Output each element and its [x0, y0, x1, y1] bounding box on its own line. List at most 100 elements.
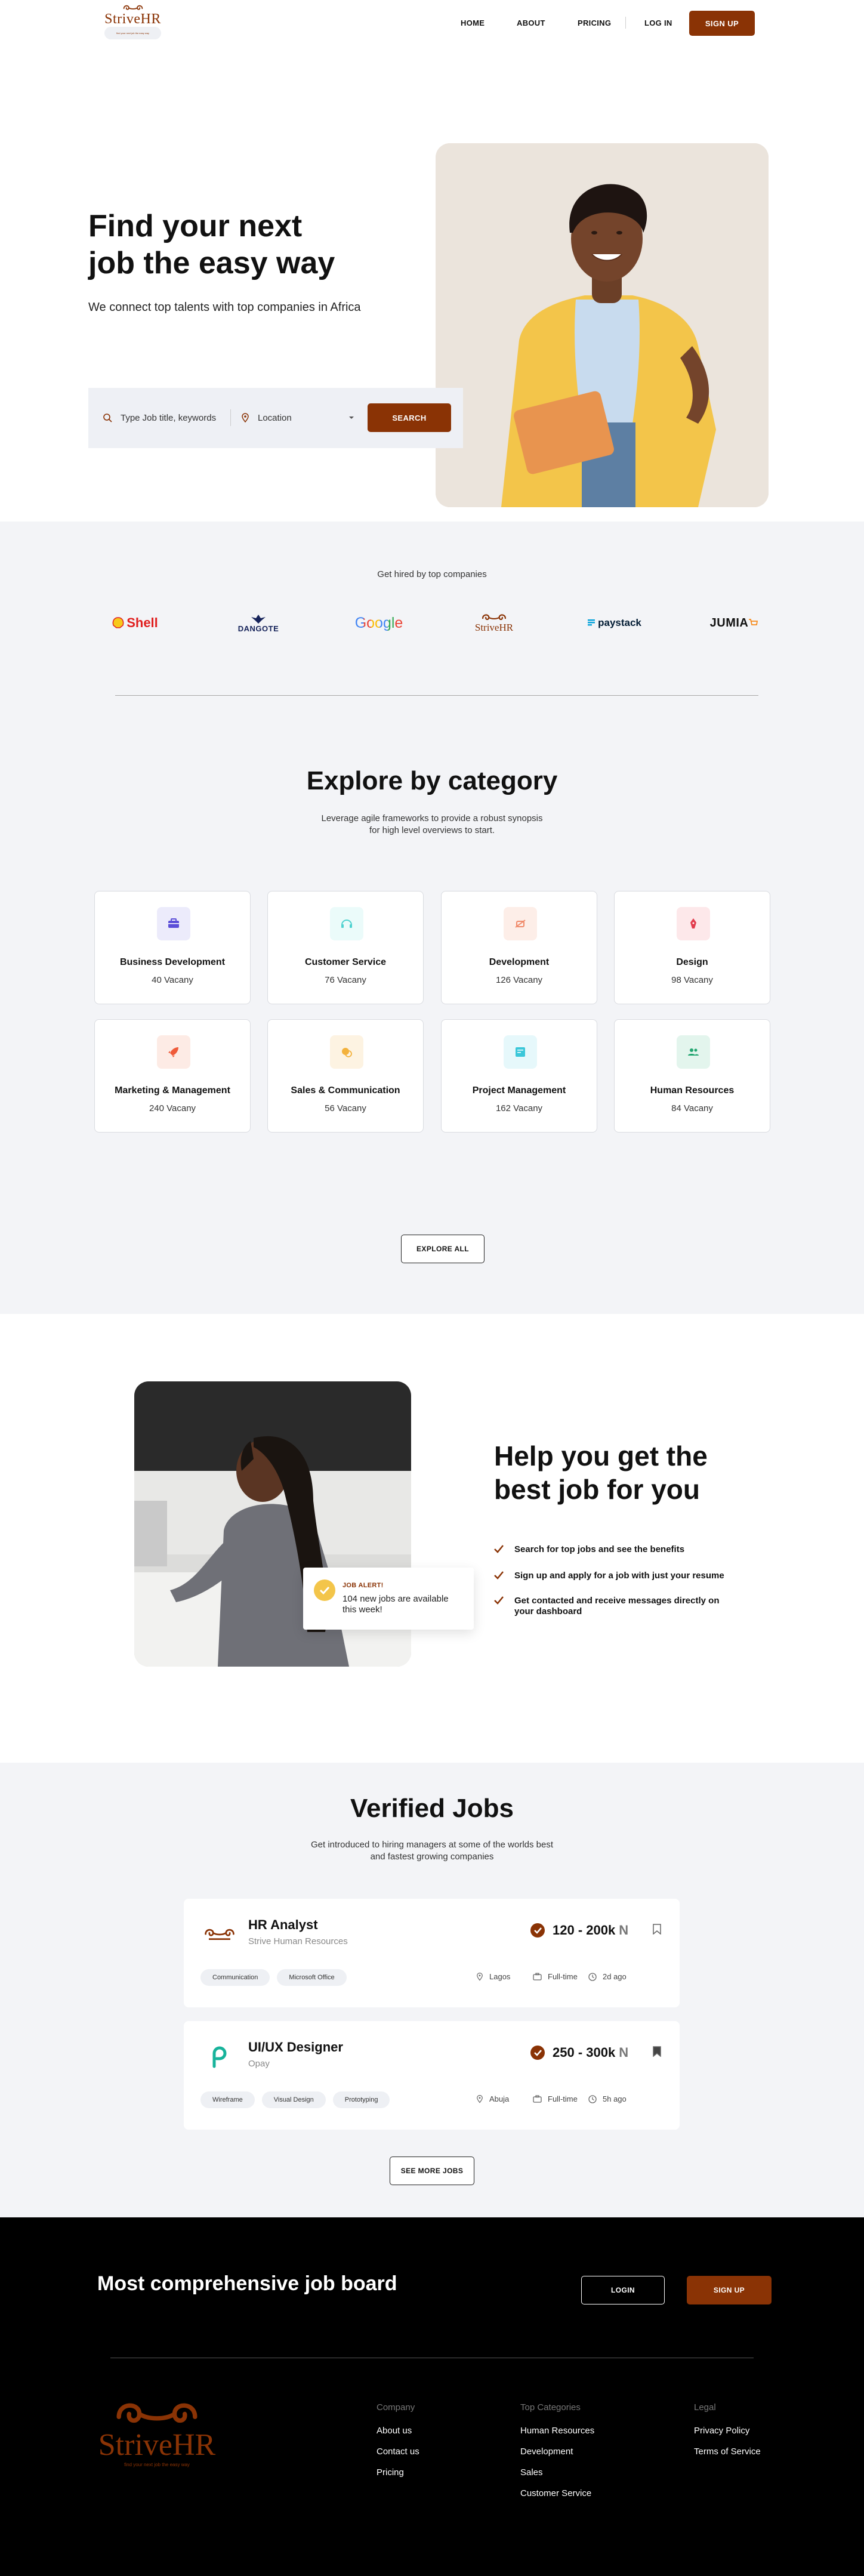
footer-cta-title: Most comprehensive job board: [97, 2272, 397, 2295]
jobs-subtitle-line2: and fastest growing companies: [370, 1852, 494, 1862]
hero-woman-image: [436, 143, 769, 507]
nav-about[interactable]: ABOUT: [517, 18, 545, 27]
jumia-logo: JUMIA: [704, 611, 764, 635]
bookmark-button[interactable]: [653, 2046, 661, 2060]
job-company: Opay: [248, 2059, 270, 2069]
location-select[interactable]: Location: [241, 408, 354, 428]
hero-title-line2: job the easy way: [88, 246, 335, 280]
job-card[interactable]: UI/UX Designer Opay 250 - 300k N Wirefra…: [184, 2021, 680, 2130]
help-point-1-text: Search for top jobs and see the benefits: [514, 1544, 685, 1554]
signup-button[interactable]: SIGN UP: [689, 11, 755, 36]
job-posted-text: 5h ago: [603, 2094, 627, 2103]
briefcase-icon: [533, 1973, 542, 1980]
chat-icon: [342, 1048, 352, 1057]
explore-all-button[interactable]: EXPLORE ALL: [401, 1235, 485, 1263]
job-posted: 2d ago: [588, 1972, 627, 1981]
job-company: Strive Human Resources: [248, 1936, 348, 1946]
help-point-3: Get contacted and receive messages direc…: [494, 1596, 719, 1617]
help-title: Help you get the best job for you: [494, 1439, 708, 1506]
footer-link-about[interactable]: About us: [377, 2426, 419, 2436]
help-title-line2: best job for you: [494, 1474, 700, 1505]
nav-login[interactable]: LOG IN: [644, 18, 672, 27]
shell-logo: Shell: [105, 611, 165, 635]
top-navbar: StriveHR find your next job the easy way…: [0, 0, 864, 48]
nav-pricing[interactable]: PRICING: [578, 18, 611, 27]
help-section: JOB ALERT! 104 new jobs are available th…: [0, 1314, 864, 1763]
cart-icon: [749, 619, 758, 625]
job-alert-card[interactable]: JOB ALERT! 104 new jobs are available th…: [303, 1568, 474, 1630]
footer-link-sales[interactable]: Sales: [520, 2467, 594, 2478]
paystack-icon: [588, 619, 595, 626]
category-card[interactable]: Project Management 162 Vacany: [441, 1019, 597, 1133]
category-card[interactable]: Human Resources 84 Vacany: [614, 1019, 770, 1133]
category-card[interactable]: Development 126 Vacany: [441, 891, 597, 1004]
see-more-jobs-button[interactable]: SEE MORE JOBS: [390, 2157, 474, 2185]
footer-link-contact[interactable]: Contact us: [377, 2447, 419, 2457]
eagle-icon: [251, 614, 266, 624]
footer-legal-column: Legal Privacy Policy Terms of Service: [694, 2402, 761, 2467]
job-title[interactable]: UI/UX Designer: [248, 2040, 343, 2055]
job-alert-label: JOB ALERT!: [342, 1582, 384, 1589]
category-card[interactable]: Design 98 Vacany: [614, 891, 770, 1004]
category-count: 162 Vacany: [495, 1103, 543, 1113]
job-type-text: Full-time: [548, 2094, 578, 2103]
category-card[interactable]: Business Development 40 Vacany: [94, 891, 251, 1004]
job-search-bar: Type Job title, keywords Location SEARCH: [88, 388, 463, 448]
hero-subtitle: We connect top talents with top companie…: [88, 301, 361, 314]
footer-categories-column: Top Categories Human Resources Developme…: [520, 2402, 594, 2509]
brand-tagline: find your next job the easy way: [104, 27, 161, 39]
category-card[interactable]: Customer Service 76 Vacany: [267, 891, 424, 1004]
job-type: Full-time: [533, 2094, 578, 2103]
category-card[interactable]: Marketing & Management 240 Vacany: [94, 1019, 251, 1133]
search-separator: [230, 409, 231, 426]
footer-link-human-resources[interactable]: Human Resources: [520, 2426, 594, 2436]
nav-home[interactable]: HOME: [461, 18, 485, 27]
verified-jobs-section: Verified Jobs Get introduced to hiring m…: [0, 1763, 864, 2217]
company-logo: [202, 2039, 237, 2075]
strivehr-company-text: StriveHR: [474, 622, 514, 633]
location-pin-icon: [477, 1972, 483, 1981]
job-card[interactable]: HR Analyst Strive Human Resources 120 - …: [184, 1899, 680, 2007]
bookmark-button[interactable]: [653, 1924, 661, 1938]
category-subtitle: Leverage agile frameworks to provide a r…: [295, 813, 569, 837]
paystack-logo: paystack: [584, 611, 646, 635]
footer-link-pricing[interactable]: Pricing: [377, 2467, 419, 2478]
job-type-text: Full-time: [548, 1972, 578, 1981]
bookmark-icon: [653, 1924, 661, 1935]
footer-link-terms[interactable]: Terms of Service: [694, 2447, 761, 2457]
help-point-1: Search for top jobs and see the benefits: [494, 1544, 684, 1555]
strivehr-company-logo: StriveHR: [464, 608, 524, 638]
footer-link-development[interactable]: Development: [520, 2447, 594, 2457]
search-icon: [103, 414, 112, 422]
category-icon-box: [330, 1035, 363, 1069]
footer-brand-name: StriveHR: [98, 2428, 216, 2462]
category-section: Explore by category Leverage agile frame…: [0, 766, 864, 1314]
jumia-text: JUMIA: [709, 616, 749, 630]
job-location-text: Lagos: [489, 1972, 511, 1981]
currency-symbol: N: [619, 2045, 629, 2060]
job-alert-text-line1: 104 new jobs are available: [342, 1594, 449, 1604]
code-icon: [515, 920, 526, 928]
category-name: Human Resources: [650, 1085, 735, 1096]
currency-symbol: N: [619, 1923, 629, 1938]
footer-link-customer-service[interactable]: Customer Service: [520, 2488, 594, 2498]
checkmark-icon: [494, 1571, 504, 1579]
help-title-line1: Help you get the: [494, 1440, 708, 1471]
brand-logo[interactable]: StriveHR find your next job the easy way: [104, 4, 161, 39]
category-count: 40 Vacany: [152, 975, 193, 985]
footer-signup-button[interactable]: SIGN UP: [687, 2276, 772, 2304]
footer-brand-logo[interactable]: StriveHR find your next job the easy way: [94, 2396, 220, 2474]
category-card[interactable]: Sales & Communication 56 Vacany: [267, 1019, 424, 1133]
footer-login-button[interactable]: LOGIN: [581, 2276, 665, 2304]
jobs-subtitle: Get introduced to hiring managers at som…: [295, 1839, 569, 1863]
footer-link-privacy[interactable]: Privacy Policy: [694, 2426, 761, 2436]
search-button[interactable]: SEARCH: [368, 403, 451, 432]
job-salary-range: 250 - 300k: [553, 2045, 616, 2060]
skill-tag: Prototyping: [332, 2091, 390, 2108]
footer-categories-heading: Top Categories: [520, 2402, 581, 2413]
bookmark-icon: [653, 2046, 661, 2057]
board-icon: [516, 1047, 525, 1057]
category-title: Explore by category: [306, 766, 558, 795]
job-title[interactable]: HR Analyst: [248, 1917, 318, 1933]
keyword-field[interactable]: Type Job title, keywords: [103, 408, 216, 428]
